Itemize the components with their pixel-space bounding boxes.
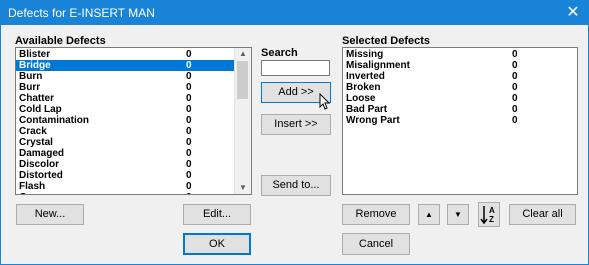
list-item-name: Crystal <box>19 137 53 148</box>
list-item-count: 0 <box>186 170 192 181</box>
clear-all-button[interactable]: Clear all <box>509 204 576 225</box>
list-item-count: 0 <box>186 192 192 194</box>
list-item-count: 0 <box>512 93 518 104</box>
sort-az-icon: A Z <box>480 206 495 225</box>
list-item[interactable]: Flash 0 <box>16 181 235 192</box>
list-item-count: 0 <box>512 104 518 115</box>
list-item[interactable]: Chatter 0 <box>16 93 235 104</box>
list-item-count: 0 <box>186 159 192 170</box>
defects-dialog: Defects for E-INSERT MAN ✕ Available Def… <box>0 0 589 265</box>
move-down-button[interactable]: ▼ <box>447 204 469 225</box>
list-item-count: 0 <box>186 82 192 93</box>
selected-defects-label: Selected Defects <box>342 35 431 47</box>
list-item-name: Damaged <box>19 148 65 159</box>
list-item-name: Wrong Part <box>346 115 400 126</box>
list-item-count: 0 <box>512 60 518 71</box>
list-item-name: Gap <box>19 192 38 194</box>
list-item-name: Inverted <box>346 71 385 82</box>
list-item-name: Loose <box>346 93 376 104</box>
list-item-count: 0 <box>186 181 192 192</box>
list-item-name: Chatter <box>19 93 55 104</box>
list-item-count: 0 <box>512 115 518 126</box>
list-item[interactable]: Bridge 0 <box>16 60 235 71</box>
ok-button[interactable]: OK <box>183 233 251 255</box>
available-defects-list[interactable]: Blister 0 Bridge 0 Burn 0 Burr 0 Chatter 0 Cold La… <box>15 47 252 195</box>
list-item[interactable]: Gap 0 <box>16 192 235 194</box>
list-item-count: 0 <box>186 104 192 115</box>
list-item-name: Flash <box>19 181 46 192</box>
mouse-cursor-icon <box>319 93 331 110</box>
selected-defects-rows: Missing 0 Misalignment 0 Inverted 0 Broken 0 Loo… <box>343 49 575 126</box>
list-item[interactable]: Inverted 0 <box>343 71 575 82</box>
list-item[interactable]: Misalignment 0 <box>343 60 575 71</box>
arrow-down-icon: ▼ <box>454 210 462 219</box>
list-item-count: 0 <box>186 60 192 71</box>
scroll-up-icon[interactable]: ▲ <box>235 48 251 60</box>
list-item[interactable]: Wrong Part 0 <box>343 115 575 126</box>
scroll-down-icon[interactable]: ▼ <box>235 182 251 194</box>
list-item-name: Burn <box>19 71 43 82</box>
title-bar: Defects for E-INSERT MAN ✕ <box>1 1 588 25</box>
list-item-name: Bridge <box>19 60 51 71</box>
available-defects-label: Available Defects <box>15 35 106 47</box>
list-item-count: 0 <box>186 71 192 82</box>
list-item[interactable]: Crack 0 <box>16 126 235 137</box>
list-item-count: 0 <box>512 82 518 93</box>
new-button[interactable]: New... <box>16 204 84 225</box>
edit-button[interactable]: Edit... <box>183 204 251 225</box>
search-label: Search <box>261 47 298 59</box>
arrow-up-icon: ▲ <box>425 210 433 219</box>
scroll-thumb[interactable] <box>237 61 248 99</box>
list-item[interactable]: Loose 0 <box>343 93 575 104</box>
list-item-count: 0 <box>186 148 192 159</box>
list-item-name: Misalignment <box>346 60 410 71</box>
list-item-count: 0 <box>186 49 192 60</box>
list-item-name: Contamination <box>19 115 89 126</box>
list-item-count: 0 <box>186 115 192 126</box>
list-item-name: Cold Lap <box>19 104 62 115</box>
list-item-name: Bad Part <box>346 104 388 115</box>
move-up-button[interactable]: ▲ <box>418 204 440 225</box>
list-item[interactable]: Discolor 0 <box>16 159 235 170</box>
selected-defects-list[interactable]: Missing 0 Misalignment 0 Inverted 0 Broken 0 Loo… <box>342 47 578 195</box>
list-item[interactable]: Contamination 0 <box>16 115 235 126</box>
available-defects-rows: Blister 0 Bridge 0 Burn 0 Burr 0 Chatter 0 Cold La… <box>16 49 235 194</box>
list-item-name: Broken <box>346 82 381 93</box>
svg-text:A: A <box>489 206 495 215</box>
list-item-name: Crack <box>19 126 47 137</box>
remove-button[interactable]: Remove <box>342 204 410 225</box>
list-item-count: 0 <box>512 71 518 82</box>
window-title: Defects for E-INSERT MAN <box>8 6 155 20</box>
list-item[interactable]: Burr 0 <box>16 82 235 93</box>
list-item[interactable]: Cold Lap 0 <box>16 104 235 115</box>
cancel-button[interactable]: Cancel <box>342 233 410 255</box>
list-item[interactable]: Bad Part 0 <box>343 104 575 115</box>
list-item[interactable]: Damaged 0 <box>16 148 235 159</box>
list-item[interactable]: Crystal 0 <box>16 137 235 148</box>
close-icon[interactable]: ✕ <box>558 1 588 25</box>
list-item-name: Missing <box>346 49 384 60</box>
list-item-count: 0 <box>512 49 518 60</box>
list-item-count: 0 <box>186 137 192 148</box>
insert-button[interactable]: Insert >> <box>261 114 331 135</box>
list-item-count: 0 <box>186 126 192 137</box>
list-item[interactable]: Burn 0 <box>16 71 235 82</box>
list-item-count: 0 <box>186 93 192 104</box>
sort-az-button[interactable]: A Z <box>478 202 500 227</box>
svg-text:Z: Z <box>489 215 494 224</box>
list-item-name: Discolor <box>19 159 60 170</box>
send-to-button[interactable]: Send to... <box>261 175 331 196</box>
list-item[interactable]: Missing 0 <box>343 49 575 60</box>
list-item[interactable]: Distorted 0 <box>16 170 235 181</box>
list-item-name: Blister <box>19 49 51 60</box>
list-item-name: Distorted <box>19 170 63 181</box>
list-item[interactable]: Blister 0 <box>16 49 235 60</box>
search-input[interactable] <box>261 60 330 76</box>
list-item[interactable]: Broken 0 <box>343 82 575 93</box>
list-item-name: Burr <box>19 82 41 93</box>
available-scrollbar[interactable]: ▲ ▼ <box>234 48 251 194</box>
